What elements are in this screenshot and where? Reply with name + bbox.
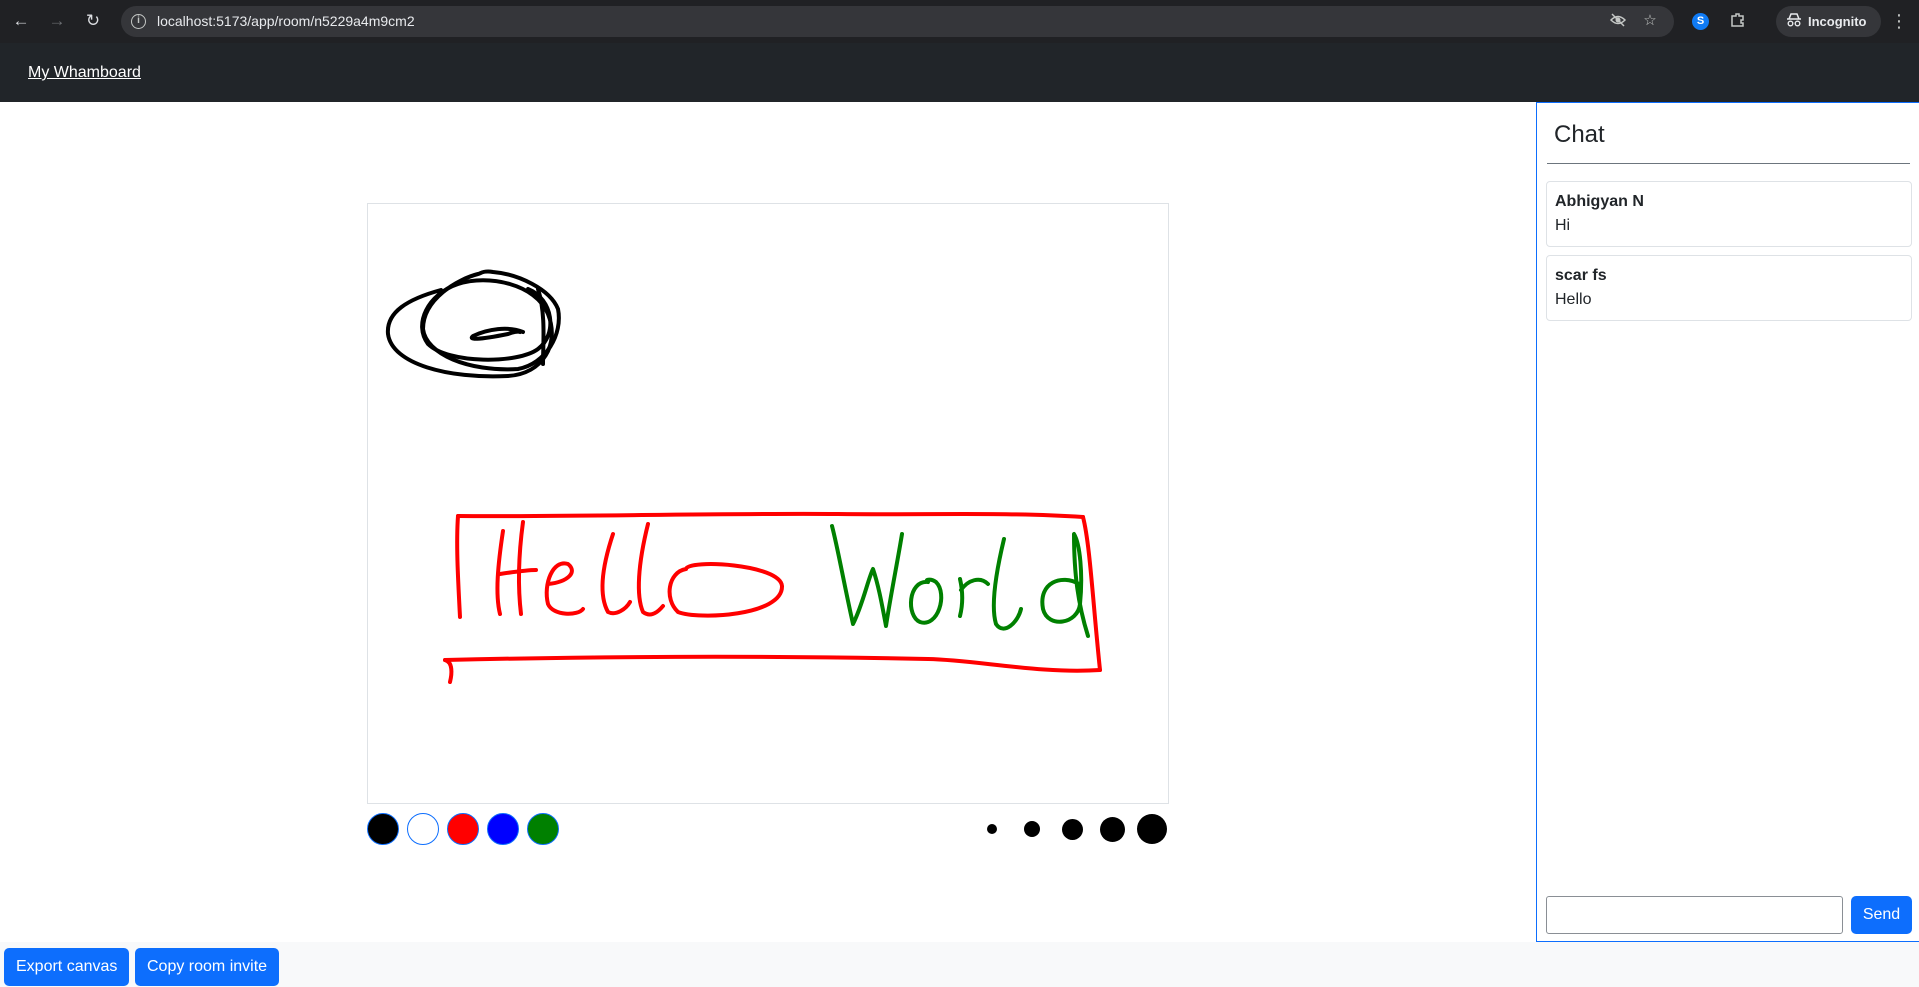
extensions-icon[interactable] bbox=[1728, 11, 1748, 31]
incognito-label: Incognito bbox=[1808, 14, 1867, 29]
brush-size-2[interactable] bbox=[1024, 821, 1040, 837]
black-scribble-stroke bbox=[385, 269, 561, 379]
footer-bar: Export canvas Copy room invite bbox=[0, 942, 1919, 987]
drawing-canvas[interactable] bbox=[367, 203, 1169, 804]
chat-title: Chat bbox=[1554, 121, 1605, 148]
red-box-stroke bbox=[443, 511, 1102, 684]
chat-panel: Chat Abhigyan N Hi scar fs Hello Send bbox=[1536, 102, 1919, 942]
app-navbar: My Whamboard bbox=[0, 43, 1919, 102]
green-world-stroke bbox=[830, 524, 1090, 638]
site-info-icon[interactable]: i bbox=[131, 14, 146, 29]
menu-icon[interactable]: ⋮ bbox=[1890, 10, 1908, 32]
eye-off-icon[interactable] bbox=[1608, 11, 1628, 31]
brush-size-1[interactable] bbox=[987, 824, 997, 834]
chat-message: scar fs Hello bbox=[1546, 255, 1912, 321]
export-canvas-button[interactable]: Export canvas bbox=[4, 948, 130, 986]
brush-size-4[interactable] bbox=[1099, 816, 1125, 842]
brand-link[interactable]: My Whamboard bbox=[28, 64, 141, 82]
brush-size-3[interactable] bbox=[1061, 818, 1083, 840]
copy-room-invite-button[interactable]: Copy room invite bbox=[135, 948, 280, 986]
incognito-badge[interactable]: Incognito bbox=[1776, 6, 1881, 37]
browser-toolbar: ← → ↻ i localhost:5173/app/room/n5229a4m… bbox=[0, 0, 1919, 43]
forward-icon[interactable]: → bbox=[46, 10, 68, 32]
message-text: Hello bbox=[1555, 291, 1592, 308]
message-text: Hi bbox=[1555, 217, 1571, 234]
red-hello-stroke bbox=[495, 520, 785, 618]
color-swatch-white[interactable] bbox=[407, 813, 439, 845]
reload-icon[interactable]: ↻ bbox=[82, 10, 104, 32]
chat-divider bbox=[1547, 163, 1910, 164]
color-swatch-black[interactable] bbox=[367, 813, 399, 845]
message-author: Abhigyan N bbox=[1555, 193, 1644, 210]
color-swatch-red[interactable] bbox=[447, 813, 479, 845]
send-button[interactable]: Send bbox=[1851, 896, 1912, 934]
address-bar[interactable]: i localhost:5173/app/room/n5229a4m9cm2 ☆ bbox=[121, 6, 1674, 37]
chat-message: Abhigyan N Hi bbox=[1546, 181, 1912, 247]
color-swatch-blue[interactable] bbox=[487, 813, 519, 845]
color-swatch-green[interactable] bbox=[527, 813, 559, 845]
back-icon[interactable]: ← bbox=[10, 10, 32, 32]
incognito-icon bbox=[1786, 13, 1802, 30]
brush-size-5[interactable] bbox=[1137, 814, 1167, 844]
url-text[interactable]: localhost:5173/app/room/n5229a4m9cm2 bbox=[157, 13, 415, 29]
shazam-icon[interactable]: S bbox=[1692, 13, 1709, 30]
message-author: scar fs bbox=[1555, 267, 1607, 284]
chat-message-input[interactable] bbox=[1546, 896, 1843, 934]
star-icon[interactable]: ☆ bbox=[1640, 11, 1660, 31]
